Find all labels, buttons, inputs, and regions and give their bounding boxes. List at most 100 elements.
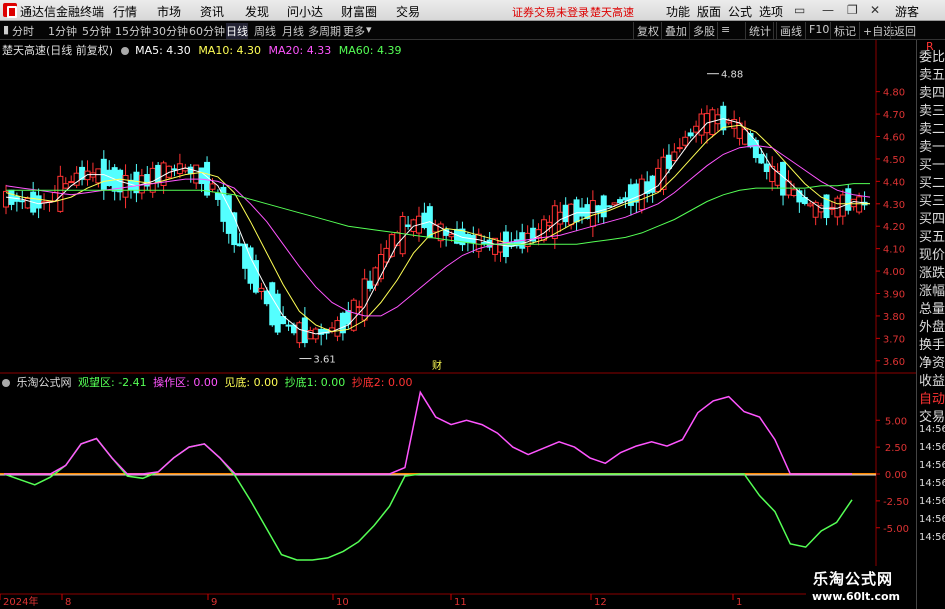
ma-settings-icon[interactable] — [120, 47, 129, 55]
candle-body — [693, 125, 700, 133]
price-tick-label: 3.60 — [883, 357, 905, 368]
f10-button[interactable]: F10 — [805, 22, 832, 39]
toolbar-collapse-icon[interactable]: ▮ — [3, 23, 9, 36]
watch-zone-line — [3, 437, 853, 561]
sidebar-item-bid3[interactable]: 买三 — [919, 190, 945, 209]
sidebar-item-turnover[interactable]: 换手 — [919, 334, 945, 353]
tab-30min[interactable]: 30分钟 — [152, 23, 188, 39]
sidebar-item-ask4[interactable]: 卖四 — [919, 82, 945, 101]
menu-ask[interactable]: 问小达 — [287, 3, 323, 20]
candle-body — [720, 105, 727, 131]
sidebar-item-change-pct[interactable]: 涨幅 — [919, 280, 945, 299]
sidebar-item-bid1[interactable]: 买一 — [919, 154, 945, 173]
sidebar-item-ask2[interactable]: 卖二 — [919, 118, 945, 137]
candle-body — [492, 237, 499, 255]
sidebar-item-net-asset[interactable]: 净资 — [919, 352, 945, 371]
tab-1min[interactable]: 1分钟 — [48, 23, 77, 39]
tick-time: 14:56 — [919, 424, 945, 435]
draw-line-button[interactable]: 画线 — [776, 22, 805, 39]
sidebar-item-trade[interactable]: 交易 — [919, 406, 945, 425]
candle-body — [214, 192, 221, 200]
tab-weekly[interactable]: 周线 — [254, 23, 276, 39]
sidebar-item-ask1[interactable]: 卖一 — [919, 136, 945, 155]
adjust-button[interactable]: 复权 — [633, 22, 662, 39]
sidebar-item-ask5[interactable]: 卖五 — [919, 64, 945, 83]
tab-intraday[interactable]: 分时 — [12, 23, 34, 39]
login-status[interactable]: 证券交易未登录 — [512, 4, 589, 20]
sidebar-item-bid2[interactable]: 买二 — [919, 172, 945, 191]
candle-body — [95, 168, 102, 184]
sidebar-item-auto[interactable]: 自动 — [919, 388, 945, 407]
candle-body — [345, 310, 352, 325]
candle-body — [557, 211, 564, 225]
operate-zone-line — [4, 390, 852, 475]
menu-wealth[interactable]: 财富圈 — [341, 3, 377, 20]
tab-60min[interactable]: 60分钟 — [189, 23, 225, 39]
chart-area[interactable]: 4.883.61财 4.804.704.604.504.404.304.204.… — [0, 40, 916, 609]
menu-market[interactable]: 市场 — [157, 3, 181, 20]
sidebar-item-bid4[interactable]: 买四 — [919, 208, 945, 227]
menu-discover[interactable]: 发现 — [245, 3, 269, 20]
more-chevron-icon[interactable]: ▾ — [366, 23, 372, 36]
candle-body — [383, 247, 390, 263]
menu-options[interactable]: 选项 — [759, 3, 783, 20]
candle-body — [19, 200, 26, 203]
candle-body — [171, 168, 178, 171]
candle-body — [611, 202, 618, 206]
tick-time: 14:56 — [919, 442, 945, 453]
indicator-operate-zone: 操作区: 0.00 — [153, 376, 218, 389]
menu-trade[interactable]: 交易 — [396, 3, 420, 20]
candle-body — [209, 183, 216, 190]
mark-button[interactable]: 标记 — [830, 22, 859, 39]
candle-body — [758, 153, 765, 164]
menu-layout[interactable]: 版面 — [697, 3, 721, 20]
sidebar-item-change[interactable]: 涨跌 — [919, 262, 945, 281]
candle-body — [725, 120, 732, 124]
tab-daily[interactable]: 日线 — [226, 23, 248, 39]
tick-time: 14:56 — [919, 460, 945, 471]
candle-body — [448, 233, 455, 238]
price-tick-label: 3.90 — [883, 290, 905, 301]
price-tick-label: 4.20 — [883, 222, 905, 233]
back-button[interactable]: 返回 — [890, 22, 919, 39]
restore-icon[interactable]: ❐ — [847, 3, 858, 17]
candle-body — [660, 156, 667, 190]
period-toolbar: ▮ 分时 1分钟 5分钟 15分钟 30分钟 60分钟 日线 周线 月线 多周期… — [0, 21, 945, 40]
menu-function[interactable]: 功能 — [666, 3, 690, 20]
indicator-buy1: 抄底1: 0.00 — [284, 376, 346, 389]
overlay-button[interactable]: 叠加 — [661, 22, 690, 39]
candle-body — [405, 224, 412, 227]
sidebar-item-price[interactable]: 现价 — [919, 244, 945, 263]
indicator-axis: 5.00 2.50 0.00 -2.50 -5.00 — [876, 416, 909, 535]
sidebar-item-volume[interactable]: 总量 — [919, 298, 945, 317]
menu-quotes[interactable]: 行情 — [113, 3, 137, 20]
guest-label[interactable]: 游客 — [895, 3, 919, 20]
menu-news[interactable]: 资讯 — [200, 3, 224, 20]
menu-formula[interactable]: 公式 — [728, 3, 752, 20]
stats-button[interactable]: 统计 — [745, 22, 774, 39]
sidebar-item-bid5[interactable]: 买五 — [919, 226, 945, 245]
candle-body — [606, 205, 613, 208]
candle-body — [481, 241, 488, 244]
candle-body — [296, 322, 303, 344]
menu-toggle-icon[interactable]: ≡ — [717, 22, 745, 39]
sidebar-item-order-ratio[interactable]: 委比 — [919, 46, 945, 65]
sidebar-item-outer[interactable]: 外盘 — [919, 316, 945, 335]
tab-more[interactable]: 更多 — [343, 23, 365, 39]
sidebar-item-ask3[interactable]: 卖三 — [919, 100, 945, 119]
window-icon[interactable]: ▭ — [794, 3, 805, 17]
sidebar-item-earnings[interactable]: 收益 — [919, 370, 945, 389]
close-icon[interactable]: ✕ — [870, 3, 880, 17]
price-tick-label: 3.80 — [883, 312, 905, 323]
tab-multi-period[interactable]: 多周期 — [308, 23, 341, 39]
tab-15min[interactable]: 15分钟 — [115, 23, 151, 39]
chart-header: 楚天高速(日线 前复权) MA5: 4.30 MA10: 4.30 MA20: … — [2, 42, 401, 58]
tab-monthly[interactable]: 月线 — [282, 23, 304, 39]
indicator-settings-icon[interactable] — [2, 379, 10, 387]
indicator-series — [0, 390, 876, 561]
indicator-bottom: 见底: 0.00 — [224, 376, 279, 389]
tab-5min[interactable]: 5分钟 — [82, 23, 111, 39]
multi-stock-button[interactable]: 多股 — [689, 22, 718, 39]
menu-minimize-icon[interactable]: — — [822, 3, 834, 17]
indicator-tick-label: -2.50 — [883, 497, 909, 508]
